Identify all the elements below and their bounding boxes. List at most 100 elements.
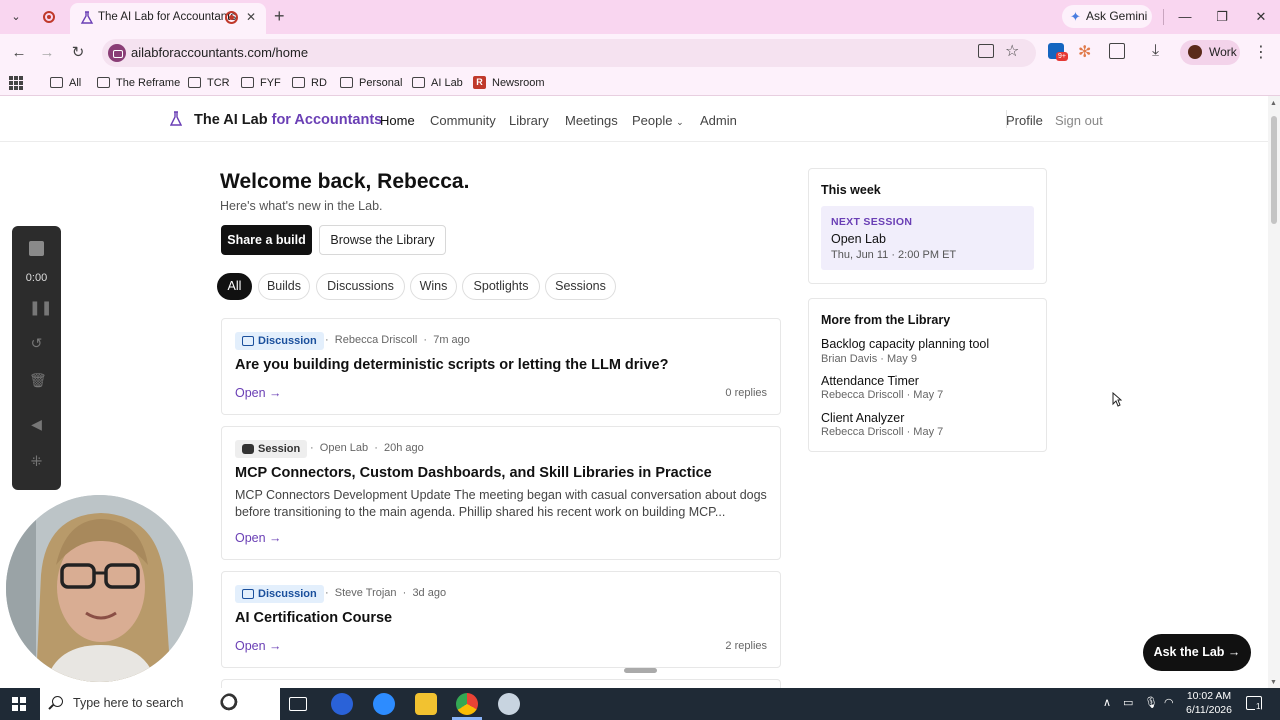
minimize-button[interactable]: — — [1172, 6, 1198, 28]
nav-home[interactable]: Home — [380, 113, 415, 128]
trash-icon[interactable]: 🗑 — [29, 373, 47, 388]
site-info-icon[interactable] — [108, 44, 126, 62]
windows-start-icon[interactable] — [12, 697, 26, 711]
filter-sessions[interactable]: Sessions — [545, 273, 616, 300]
filter-discussions[interactable]: Discussions — [316, 273, 405, 300]
sign-out-link[interactable]: Sign out — [1055, 113, 1103, 128]
chevron-down-icon: ⌄ — [676, 117, 684, 127]
extension-icon[interactable]: 9+ — [1048, 43, 1068, 61]
extensions-puzzle-icon[interactable] — [1109, 43, 1125, 59]
close-window-button[interactable]: ✕ — [1248, 6, 1274, 28]
snipping-tool-icon[interactable] — [498, 693, 520, 715]
close-tab-icon[interactable]: ✕ — [246, 10, 256, 24]
forward-button[interactable]: → — [37, 43, 57, 63]
bookmark-personal[interactable]: Personal — [340, 76, 402, 90]
reload-button[interactable]: ↻ — [68, 43, 88, 63]
install-app-icon[interactable] — [978, 44, 994, 58]
wifi-icon[interactable]: ◠ — [1164, 696, 1174, 709]
share-build-button[interactable]: Share a build — [221, 225, 312, 255]
ask-gemini-button[interactable]: ✦ Ask Gemini — [1062, 5, 1152, 28]
browser-menu-icon[interactable]: ⋮ — [1253, 42, 1269, 62]
stop-icon[interactable] — [29, 241, 44, 256]
back-button[interactable]: ← — [9, 43, 29, 63]
library-panel: More from the Library Backlog capacity p… — [808, 298, 1047, 452]
apps-grid-icon[interactable] — [9, 76, 23, 90]
page-title: Welcome back, Rebecca. — [220, 170, 470, 193]
system-clock[interactable]: 10:02 AM 6/11/2026 — [1180, 689, 1238, 717]
battery-icon[interactable]: ▭ — [1123, 696, 1133, 709]
grid-dots-icon[interactable]: ⁜ — [29, 454, 44, 469]
file-explorer-icon[interactable] — [415, 693, 437, 715]
open-link[interactable]: Open → — [235, 531, 282, 545]
card-meta: · Open Lab · 20h ago — [310, 442, 424, 454]
scroll-down-icon[interactable]: ▼ — [1270, 679, 1277, 686]
feed-card[interactable]: Discussion · Steve Trojan · 3d ago AI Ce… — [221, 571, 781, 668]
download-icon[interactable]: ⤓ — [1152, 42, 1159, 60]
profile-button[interactable]: Work — [1180, 40, 1240, 65]
open-link[interactable]: Open → — [235, 639, 282, 653]
claude-extension-icon[interactable]: ✻ — [1078, 42, 1091, 62]
zoom-app-icon[interactable] — [373, 693, 395, 715]
horizontal-scrollbar-thumb[interactable] — [624, 668, 657, 673]
library-item-title[interactable]: Client Analyzer — [821, 411, 904, 425]
address-bar[interactable]: ailabforaccountants.com/home ☆ — [102, 39, 1036, 67]
microphone-icon[interactable]: 🎙 — [1144, 696, 1158, 709]
pinned-tab[interactable] — [40, 8, 58, 26]
scrollbar-thumb[interactable] — [1271, 116, 1277, 224]
bookmark-the-reframe[interactable]: The Reframe — [97, 76, 180, 90]
vertical-scrollbar[interactable]: ▲ ▼ — [1268, 96, 1280, 688]
restart-icon[interactable]: ↺ — [29, 336, 44, 351]
chevron-up-icon[interactable]: ∧ — [1103, 696, 1111, 709]
nav-people[interactable]: People ⌄ — [632, 113, 684, 128]
signal-app-icon[interactable] — [331, 693, 353, 715]
card-title[interactable]: Are you building deterministic scripts o… — [235, 357, 668, 373]
nav-meetings[interactable]: Meetings — [565, 113, 618, 128]
ask-the-lab-button[interactable]: Ask the Lab → — [1143, 634, 1251, 671]
feed-card[interactable]: Session · Open Lab · 20h ago MCP Connect… — [221, 426, 781, 560]
chrome-icon[interactable] — [456, 693, 478, 715]
card-title[interactable]: AI Certification Course — [235, 610, 392, 626]
session-badge: Session — [235, 440, 308, 458]
notification-icon[interactable]: 1 — [1246, 696, 1262, 711]
library-item-title[interactable]: Attendance Timer — [821, 374, 919, 388]
profile-link[interactable]: Profile — [1006, 113, 1043, 128]
taskbar-search[interactable]: Type here to search — [40, 688, 280, 720]
open-link[interactable]: Open → — [235, 386, 282, 400]
bookmark-star-icon[interactable]: ☆ — [1005, 41, 1019, 61]
bookmark-tcr[interactable]: TCR — [188, 76, 230, 90]
folder-icon — [340, 77, 353, 88]
bookmark-rd[interactable]: RD — [292, 76, 327, 90]
bookmark-newsroom[interactable]: R Newsroom — [473, 76, 545, 90]
filter-all[interactable]: All — [217, 273, 252, 300]
browse-library-button[interactable]: Browse the Library — [319, 225, 446, 255]
bookmark-all[interactable]: All — [50, 76, 81, 90]
tab-search-icon[interactable]: ⌄ — [6, 8, 26, 26]
next-session-card[interactable]: NEXT SESSION Open Lab Thu, Jun 11 · 2:00… — [821, 206, 1034, 270]
card-time: 20h ago — [384, 442, 424, 454]
filter-wins[interactable]: Wins — [410, 273, 457, 300]
clock-time: 10:02 AM — [1186, 690, 1232, 702]
filter-spotlights[interactable]: Spotlights — [462, 273, 540, 300]
bookmark-fyf[interactable]: FYF — [241, 76, 281, 90]
pause-icon[interactable]: ❚❚ — [29, 300, 52, 315]
filter-builds[interactable]: Builds — [258, 273, 310, 300]
new-tab-button[interactable]: + — [274, 6, 285, 27]
active-tab[interactable]: The AI Lab for Accountants ✕ — [70, 3, 266, 34]
url-text[interactable]: ailabforaccountants.com/home — [131, 45, 308, 60]
nav-library[interactable]: Library — [509, 113, 549, 128]
rewind-icon[interactable]: ◀ — [29, 417, 44, 432]
restore-button[interactable]: ❐ — [1209, 6, 1235, 28]
feed-card[interactable]: Discussion · Rebecca Driscoll · 7m ago A… — [221, 318, 781, 415]
task-view-icon[interactable] — [289, 697, 307, 711]
nav-admin[interactable]: Admin — [700, 113, 737, 128]
nav-community[interactable]: Community — [430, 113, 496, 128]
webcam-bubble[interactable] — [6, 495, 193, 682]
bookmark-ai-lab[interactable]: AI Lab — [412, 76, 463, 90]
library-item-meta: Brian Davis · May 9 — [821, 353, 917, 365]
card-time: 7m ago — [433, 334, 470, 346]
library-item-title[interactable]: Backlog capacity planning tool — [821, 337, 989, 351]
site-logo[interactable]: The AI Lab for Accountants — [194, 112, 382, 128]
card-title[interactable]: MCP Connectors, Custom Dashboards, and S… — [235, 465, 712, 481]
scroll-up-icon[interactable]: ▲ — [1270, 100, 1277, 107]
tab-title: The AI Lab for Accountants — [98, 11, 237, 23]
